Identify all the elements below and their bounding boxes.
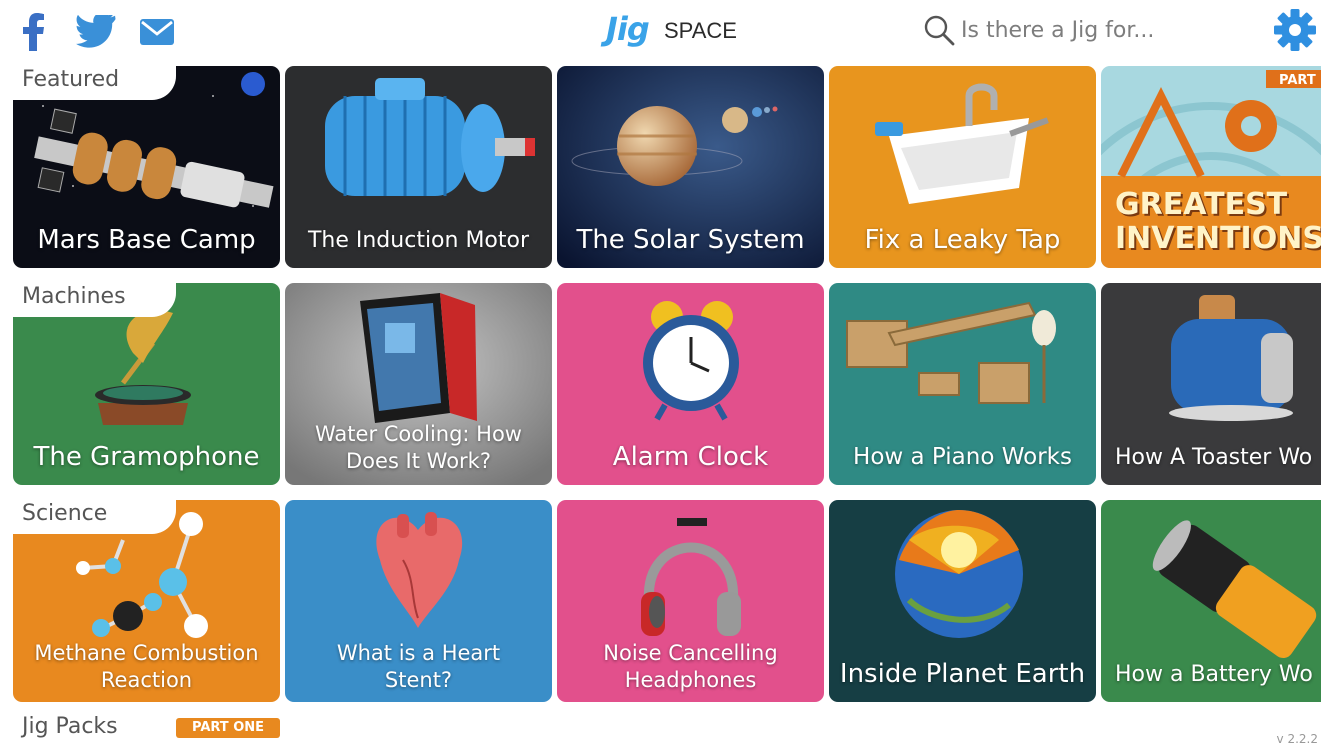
card-toaster[interactable]: How A Toaster Wo xyxy=(1101,283,1321,485)
row-label: Jig Packs xyxy=(22,714,118,739)
card-solar-system[interactable]: The Solar System xyxy=(557,66,824,268)
top-bar: Jig SPACE Is there a Jig for... xyxy=(0,0,1334,62)
row-label: Science xyxy=(0,500,176,534)
card-title: What is a Heart Stent? xyxy=(336,641,501,692)
part-one-badge[interactable]: PART ONE xyxy=(176,718,280,738)
search-placeholder: Is there a Jig for... xyxy=(961,17,1155,43)
card-alarm-clock[interactable]: Alarm Clock xyxy=(557,283,824,485)
card-title: How a Battery Wo xyxy=(1115,662,1313,687)
card-title: The Gramophone xyxy=(33,442,260,472)
logo-jig-text: Jig xyxy=(606,10,650,48)
card-title: Water Cooling: How Does It Work? xyxy=(315,422,522,473)
row-machines: Machines The Gramophone Water Cooling: H… xyxy=(0,283,1334,485)
card-heart-stent[interactable]: What is a Heart Stent? xyxy=(285,500,552,702)
card-title: Fix a Leaky Tap xyxy=(864,225,1061,255)
svg-text:PART: PART xyxy=(1279,73,1316,88)
version-label: v 2.2.2 xyxy=(1276,732,1318,746)
card-title: How A Toaster Wo xyxy=(1115,445,1313,470)
card-water-cooling[interactable]: Water Cooling: How Does It Work? xyxy=(285,283,552,485)
card-inside-planet-earth[interactable]: Inside Planet Earth xyxy=(829,500,1096,702)
card-title: GREATEST INVENTIONS xyxy=(1115,187,1321,256)
search-icon xyxy=(924,15,955,46)
card-title: The Induction Motor xyxy=(307,228,530,253)
facebook-icon[interactable] xyxy=(22,13,46,51)
twitter-icon[interactable] xyxy=(76,15,116,49)
card-title: Mars Base Camp xyxy=(37,225,256,255)
card-battery[interactable]: How a Battery Wo xyxy=(1101,500,1321,702)
row-label: Featured xyxy=(0,66,176,100)
card-induction-motor[interactable]: The Induction Motor xyxy=(285,66,552,268)
mail-icon[interactable] xyxy=(139,17,175,47)
card-title: The Solar System xyxy=(576,225,805,255)
row-featured: Featured Mars Base Camp The Induction Mo… xyxy=(0,66,1334,268)
logo-space-text: SPACE xyxy=(664,18,737,43)
card-noise-cancelling-headphones[interactable]: Noise Cancelling Headphones xyxy=(557,500,824,702)
jigspace-logo: Jig SPACE xyxy=(606,8,737,52)
card-title: Methane Combustion Reaction xyxy=(34,641,259,692)
search-bar[interactable]: Is there a Jig for... xyxy=(923,12,1243,48)
row-science: Science Methane Combustion Reaction What… xyxy=(0,500,1334,702)
card-title: Inside Planet Earth xyxy=(839,659,1086,689)
card-piano-works[interactable]: How a Piano Works xyxy=(829,283,1096,485)
card-title: How a Piano Works xyxy=(853,444,1072,470)
card-title: Noise Cancelling Headphones xyxy=(603,641,778,692)
card-greatest-inventions[interactable]: PART GREATEST INVENTIONS xyxy=(1101,66,1321,268)
row-label: Machines xyxy=(0,283,176,317)
row-jig-packs: Jig Packs PART ONE xyxy=(0,710,1334,750)
card-title: Alarm Clock xyxy=(612,442,769,472)
card-fix-leaky-tap[interactable]: Fix a Leaky Tap xyxy=(829,66,1096,268)
gear-icon[interactable] xyxy=(1273,8,1317,52)
